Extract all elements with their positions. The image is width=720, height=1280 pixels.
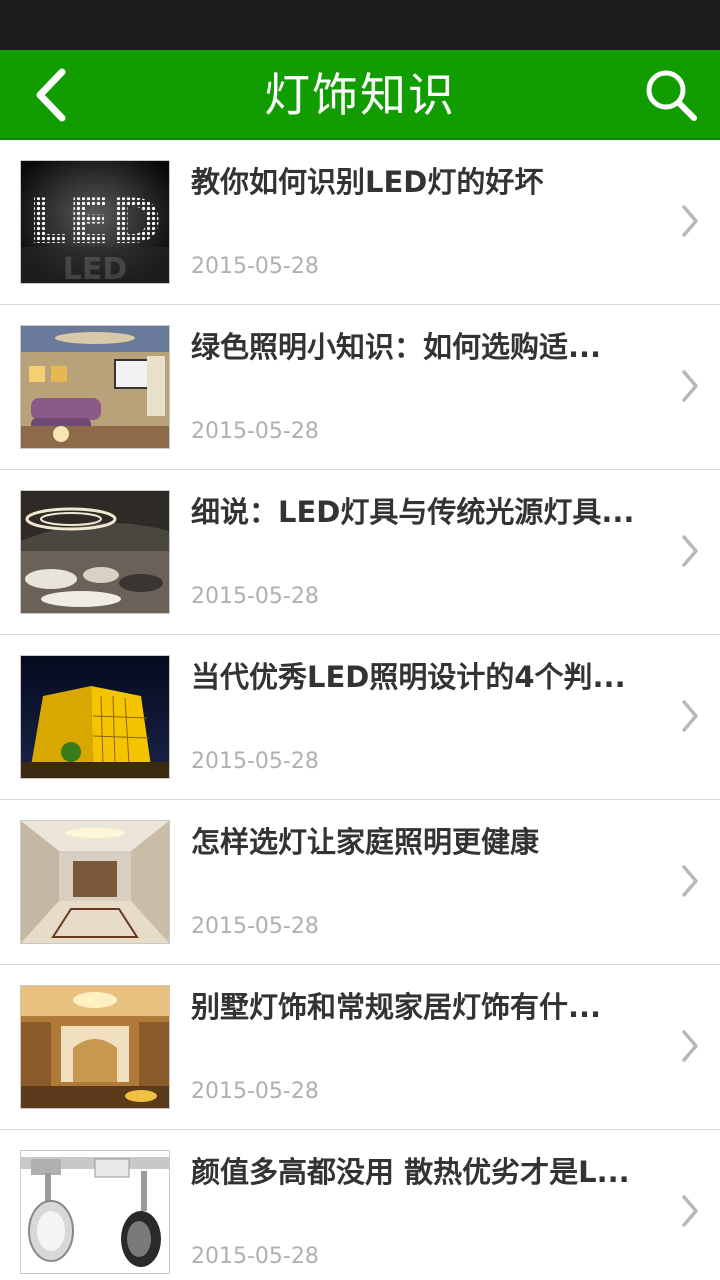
article-date: 2015-05-28 <box>191 1244 319 1269</box>
article-item[interactable]: 怎样选灯让家庭照明更健康 2015-05-28 <box>0 800 720 965</box>
article-thumbnail-living-room <box>20 325 170 449</box>
article-date: 2015-05-28 <box>191 1079 319 1104</box>
search-button[interactable] <box>640 64 702 126</box>
status-bar <box>0 0 720 50</box>
chevron-right-icon <box>682 205 698 237</box>
chevron-right-icon <box>682 1030 698 1062</box>
page-title: 灯饰知识 <box>264 68 456 122</box>
article-list: LED LED 教你如何识别LED灯的好坏 2015-05-28 绿色照明小知识… <box>0 140 720 1280</box>
article-date: 2015-05-28 <box>191 749 319 774</box>
article-title: 颜值多高都没用 散热优劣才是L... <box>191 1155 630 1189</box>
article-date: 2015-05-28 <box>191 914 319 939</box>
article-thumbnail-hallway <box>20 820 170 944</box>
article-thumbnail-villa-interior <box>20 985 170 1109</box>
chevron-right-icon <box>682 700 698 732</box>
svg-text:LED: LED <box>63 252 128 283</box>
article-item[interactable]: 别墅灯饰和常规家居灯饰有什... 2015-05-28 <box>0 965 720 1130</box>
article-item[interactable]: 细说：LED灯具与传统光源灯具... 2015-05-28 <box>0 470 720 635</box>
article-title: 细说：LED灯具与传统光源灯具... <box>191 495 635 529</box>
article-title: 别墅灯饰和常规家居灯饰有什... <box>191 990 602 1024</box>
article-thumbnail-night-building <box>20 655 170 779</box>
article-date: 2015-05-28 <box>191 584 319 609</box>
article-item[interactable]: 颜值多高都没用 散热优劣才是L... 2015-05-28 <box>0 1130 720 1280</box>
chevron-right-icon <box>682 370 698 402</box>
app-bar: 灯饰知识 <box>0 50 720 140</box>
chevron-right-icon <box>682 535 698 567</box>
article-title: 教你如何识别LED灯的好坏 <box>191 165 544 199</box>
article-item[interactable]: 当代优秀LED照明设计的4个判... 2015-05-28 <box>0 635 720 800</box>
article-title: 当代优秀LED照明设计的4个判... <box>191 660 626 694</box>
chevron-right-icon <box>682 1195 698 1227</box>
article-title: 绿色照明小知识：如何选购适... <box>191 330 602 364</box>
article-date: 2015-05-28 <box>191 254 319 279</box>
article-item[interactable]: LED LED 教你如何识别LED灯的好坏 2015-05-28 <box>0 140 720 305</box>
article-thumbnail-led-sign: LED LED <box>20 160 170 284</box>
article-thumbnail-modern-lounge <box>20 490 170 614</box>
article-date: 2015-05-28 <box>191 419 319 444</box>
article-item[interactable]: 绿色照明小知识：如何选购适... 2015-05-28 <box>0 305 720 470</box>
search-icon <box>646 70 697 121</box>
article-thumbnail-track-spotlight <box>20 1150 170 1274</box>
chevron-right-icon <box>682 865 698 897</box>
article-title: 怎样选灯让家庭照明更健康 <box>191 825 540 859</box>
